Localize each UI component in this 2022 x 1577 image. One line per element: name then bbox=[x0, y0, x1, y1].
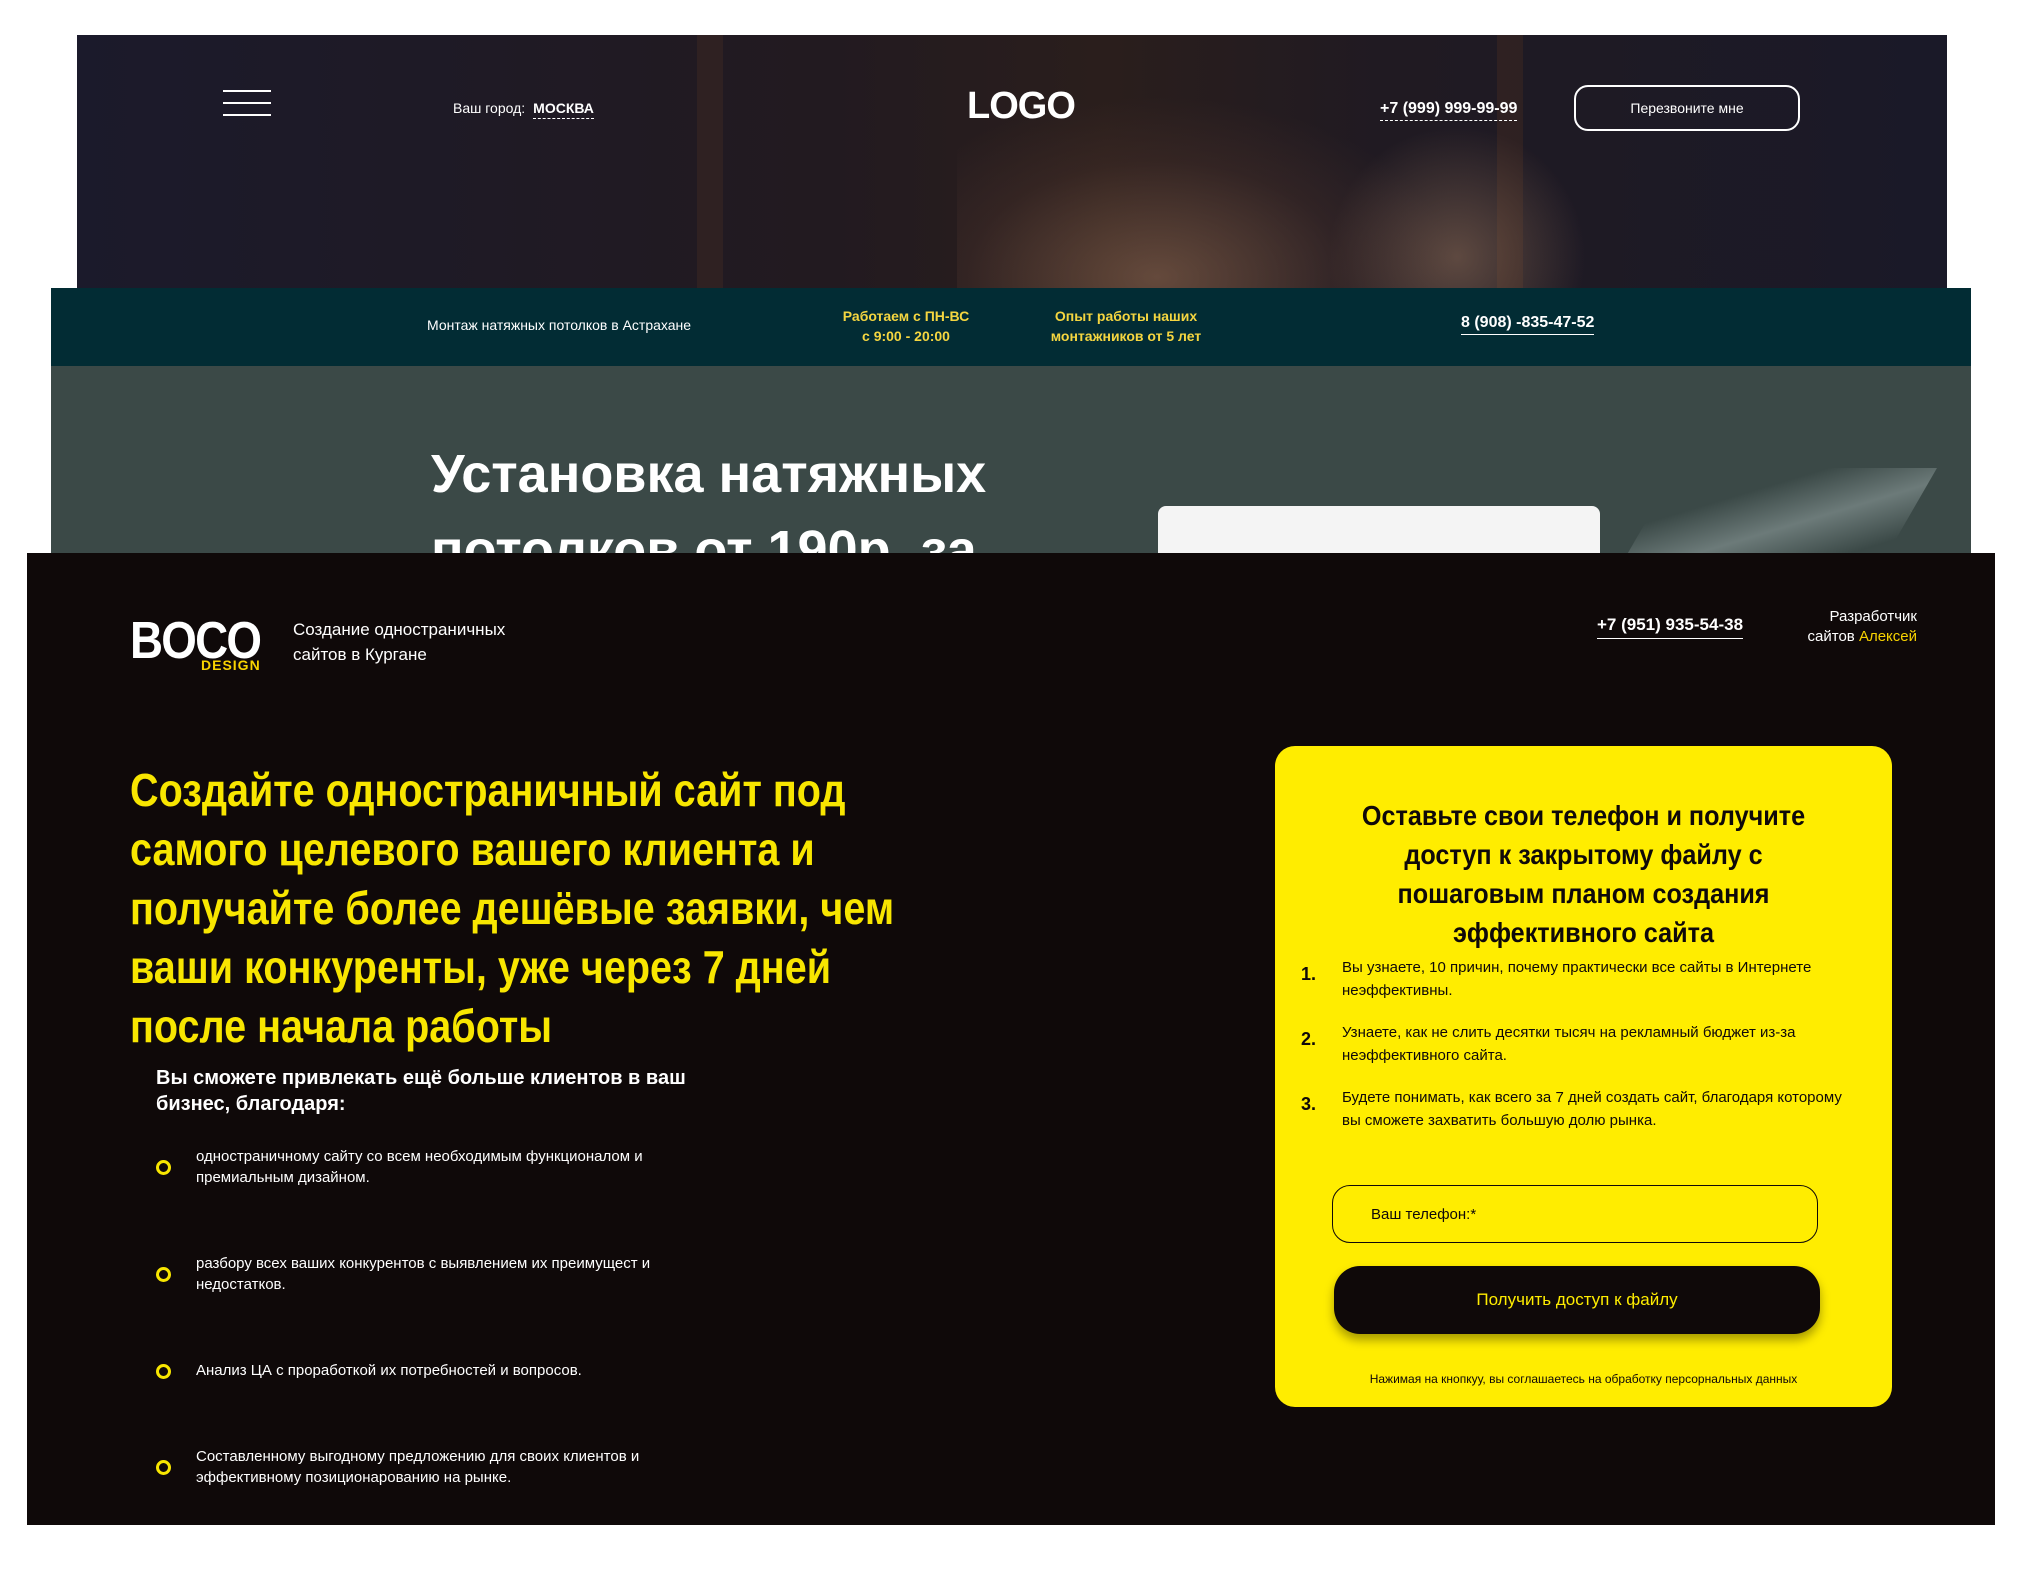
developer-label: Разработчик bbox=[1829, 608, 1917, 625]
benefit-text: разбору всех ваших конкурентов с выявлен… bbox=[196, 1255, 651, 1293]
decorative-shape bbox=[1625, 468, 1937, 553]
callback-button[interactable]: Перезвоните мне bbox=[1574, 85, 1800, 131]
step-number: 3. bbox=[1301, 1094, 1317, 1114]
boco-logo-sub: DESIGN bbox=[201, 657, 261, 673]
landing-preview-1: Ваш город: МОСКВА LOGO +7 (999) 999-99-99… bbox=[77, 35, 1947, 293]
working-hours: Работаем с ПН-ВС с 9:00 - 20:00 bbox=[831, 306, 981, 346]
benefit-item: одностраничному сайту со всем необходимы… bbox=[156, 1146, 676, 1188]
background-photo bbox=[1327, 125, 1587, 293]
site-logo[interactable]: LOGO bbox=[967, 85, 1076, 128]
benefit-item: разбору всех ваших конкурентов с выявлен… bbox=[156, 1253, 676, 1295]
bullet-ring-icon bbox=[156, 1460, 171, 1475]
benefit-text: Составленному выгодному предложению для … bbox=[196, 1448, 640, 1486]
landing-preview-3: BOCO DESIGN Создание одностраничных сайт… bbox=[27, 553, 1995, 1525]
step-text: Вы узнаете, 10 причин, почему практическ… bbox=[1342, 959, 1812, 999]
step-number: 2. bbox=[1301, 1029, 1317, 1049]
hours-line: Работаем с ПН-ВС bbox=[842, 308, 970, 324]
hamburger-menu-icon[interactable] bbox=[223, 90, 271, 120]
city-label: Ваш город: bbox=[453, 100, 526, 116]
header-phone-link[interactable]: +7 (951) 935-54-38 bbox=[1597, 615, 1744, 639]
landing-preview-2: Монтаж натяжных потолков в Астрахане Раб… bbox=[51, 288, 1971, 553]
developer-prefix: сайтов bbox=[1807, 628, 1855, 645]
get-file-button[interactable]: Получить доступ к файлу bbox=[1334, 1266, 1820, 1334]
hero-title: Установка натяжных потолков от 190р. за bbox=[431, 444, 987, 553]
bullet-ring-icon bbox=[156, 1160, 171, 1175]
developer-credit: Разработчик сайтов Алексей bbox=[1767, 607, 1917, 647]
main-headline: Создайте одностраничный сайт под самого … bbox=[130, 764, 895, 1052]
lead-form-card: Оставьте свои телефон и получите доступ … bbox=[1275, 746, 1892, 1407]
benefits-title: Вы сможете привлекать ещё больше клиенто… bbox=[156, 1067, 686, 1115]
benefits-list: одностраничному сайту со всем необходимы… bbox=[156, 1146, 676, 1486]
step-text: Узнаете, как не слить десятки тысяч на р… bbox=[1342, 1024, 1796, 1064]
experience-line: Опыт работы наших bbox=[1054, 308, 1198, 324]
step-text: Будете понимать, как всего за 7 дней соз… bbox=[1342, 1089, 1842, 1129]
benefit-item: Анализ ЦА с проработкой их потребностей … bbox=[156, 1360, 676, 1381]
city-value[interactable]: МОСКВА bbox=[533, 100, 594, 119]
experience-note: Опыт работы наших монтажников от 5 лет bbox=[1026, 306, 1226, 346]
phone-input[interactable] bbox=[1332, 1185, 1818, 1243]
step-number: 1. bbox=[1301, 964, 1317, 984]
bullet-ring-icon bbox=[156, 1363, 171, 1379]
service-text: Монтаж натяжных потолков в Астрахане bbox=[427, 317, 692, 333]
lead-form-card bbox=[1158, 506, 1600, 553]
info-strip: Монтаж натяжных потолков в Астрахане Раб… bbox=[51, 288, 1971, 366]
developer-name-link[interactable]: Алексей bbox=[1859, 628, 1917, 645]
site-tagline: Создание одностраничных сайтов в Кургане bbox=[293, 620, 506, 664]
form-title: Оставьте свои телефон и получите доступ … bbox=[1361, 800, 1806, 948]
background-photo bbox=[697, 35, 723, 293]
header-phone-link[interactable]: +7 (999) 999-99-99 bbox=[1380, 100, 1518, 121]
benefit-text: одностраничному сайту со всем необходимы… bbox=[196, 1148, 643, 1186]
consent-note: Нажимая на кнопкуу, вы соглашаетесь на о… bbox=[1369, 1372, 1798, 1386]
benefit-text: Анализ ЦА с проработкой их потребностей … bbox=[196, 1362, 582, 1379]
benefit-item: Составленному выгодному предложению для … bbox=[156, 1446, 676, 1488]
strip-phone-link[interactable]: 8 (908) -835-47-52 bbox=[1461, 314, 1595, 335]
bullet-ring-icon bbox=[156, 1267, 171, 1282]
experience-line: монтажников от 5 лет bbox=[1050, 328, 1202, 344]
city-selector[interactable]: Ваш город: МОСКВА bbox=[453, 100, 594, 119]
hours-line: с 9:00 - 20:00 bbox=[862, 328, 950, 344]
